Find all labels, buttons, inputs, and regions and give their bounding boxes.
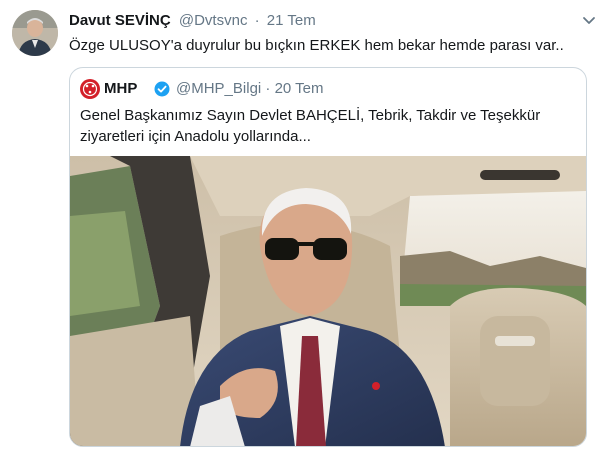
tweet-text: Özge ULUSOY'a duyrulur bu bıçkın ERKEK h… [69, 37, 564, 54]
author-avatar[interactable] [12, 10, 58, 56]
tweet[interactable]: Davut SEVİNÇ @Dvtsvnc · 21 Tem Özge ULUS… [0, 0, 611, 455]
quoted-text-line: Genel Başkanımız Sayın Devlet BAHÇELİ, T… [80, 107, 541, 124]
verified-badge-icon [154, 81, 170, 97]
separator-dot: · [265, 80, 271, 97]
author-handle[interactable]: @Dvtsvnc [179, 12, 248, 29]
quoted-author-name[interactable]: MHP [104, 79, 137, 99]
separator-dot: · [254, 12, 260, 29]
quoted-text-line: ziyaretleri için Anadolu yollarında... [80, 128, 311, 145]
quoted-tweet[interactable]: MHP @MHP_Bilgi · 20 Tem Genel Başkanımız… [69, 67, 587, 447]
mhp-logo[interactable] [80, 79, 100, 99]
tweet-header: Davut SEVİNÇ @Dvtsvnc · 21 Tem [69, 12, 316, 30]
tweet-timestamp[interactable]: 21 Tem [267, 12, 316, 29]
quoted-meta: @MHP_Bilgi · 20 Tem [176, 79, 324, 99]
quoted-timestamp[interactable]: 20 Tem [275, 80, 324, 97]
quoted-tweet-text: Genel Başkanımız Sayın Devlet BAHÇELİ, T… [80, 105, 575, 147]
quoted-tweet-photo[interactable] [70, 156, 586, 446]
chevron-down-icon[interactable] [581, 12, 597, 28]
author-name[interactable]: Davut SEVİNÇ [69, 12, 171, 29]
quoted-author-handle[interactable]: @MHP_Bilgi [176, 80, 261, 97]
